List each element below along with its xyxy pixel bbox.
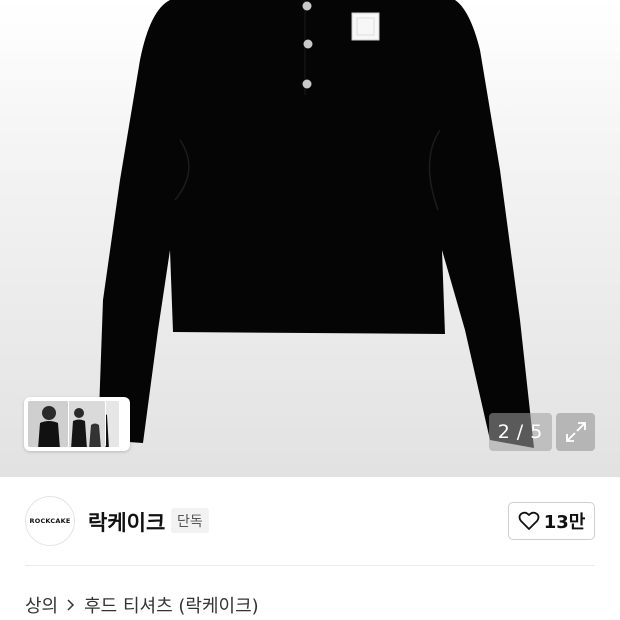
- divider: [25, 565, 595, 566]
- brand-logo[interactable]: ROCKCAKE: [25, 496, 75, 546]
- exclusive-badge: 단독: [171, 508, 209, 533]
- brand-row: ROCKCAKE 락케이크 단독 13만: [0, 477, 620, 565]
- product-image-gallery[interactable]: 2 / 5: [0, 0, 620, 477]
- expand-button[interactable]: [556, 413, 595, 451]
- chevron-right-icon: [66, 598, 76, 612]
- breadcrumb: 상의 후드 티셔츠 (락케이크): [25, 592, 259, 618]
- like-button[interactable]: 13만: [508, 502, 595, 540]
- brand-logo-text: ROCKCAKE: [29, 517, 71, 525]
- thumbnail-1[interactable]: [27, 400, 69, 448]
- like-count: 13만: [543, 512, 586, 533]
- counter-current: 2: [497, 421, 511, 443]
- image-counter: 2 / 5: [489, 413, 552, 451]
- breadcrumb-subcategory[interactable]: 후드 티셔츠 (락케이크): [84, 592, 259, 618]
- thumbnail-strip[interactable]: [24, 397, 130, 451]
- counter-total: 5: [530, 421, 544, 443]
- thumbnail-2[interactable]: [64, 400, 106, 448]
- heart-outline-icon: [518, 511, 540, 530]
- breadcrumb-category[interactable]: 상의: [25, 592, 58, 618]
- brand-name[interactable]: 락케이크: [88, 507, 165, 537]
- expand-arrows-icon: [565, 422, 586, 442]
- counter-separator: /: [516, 421, 525, 443]
